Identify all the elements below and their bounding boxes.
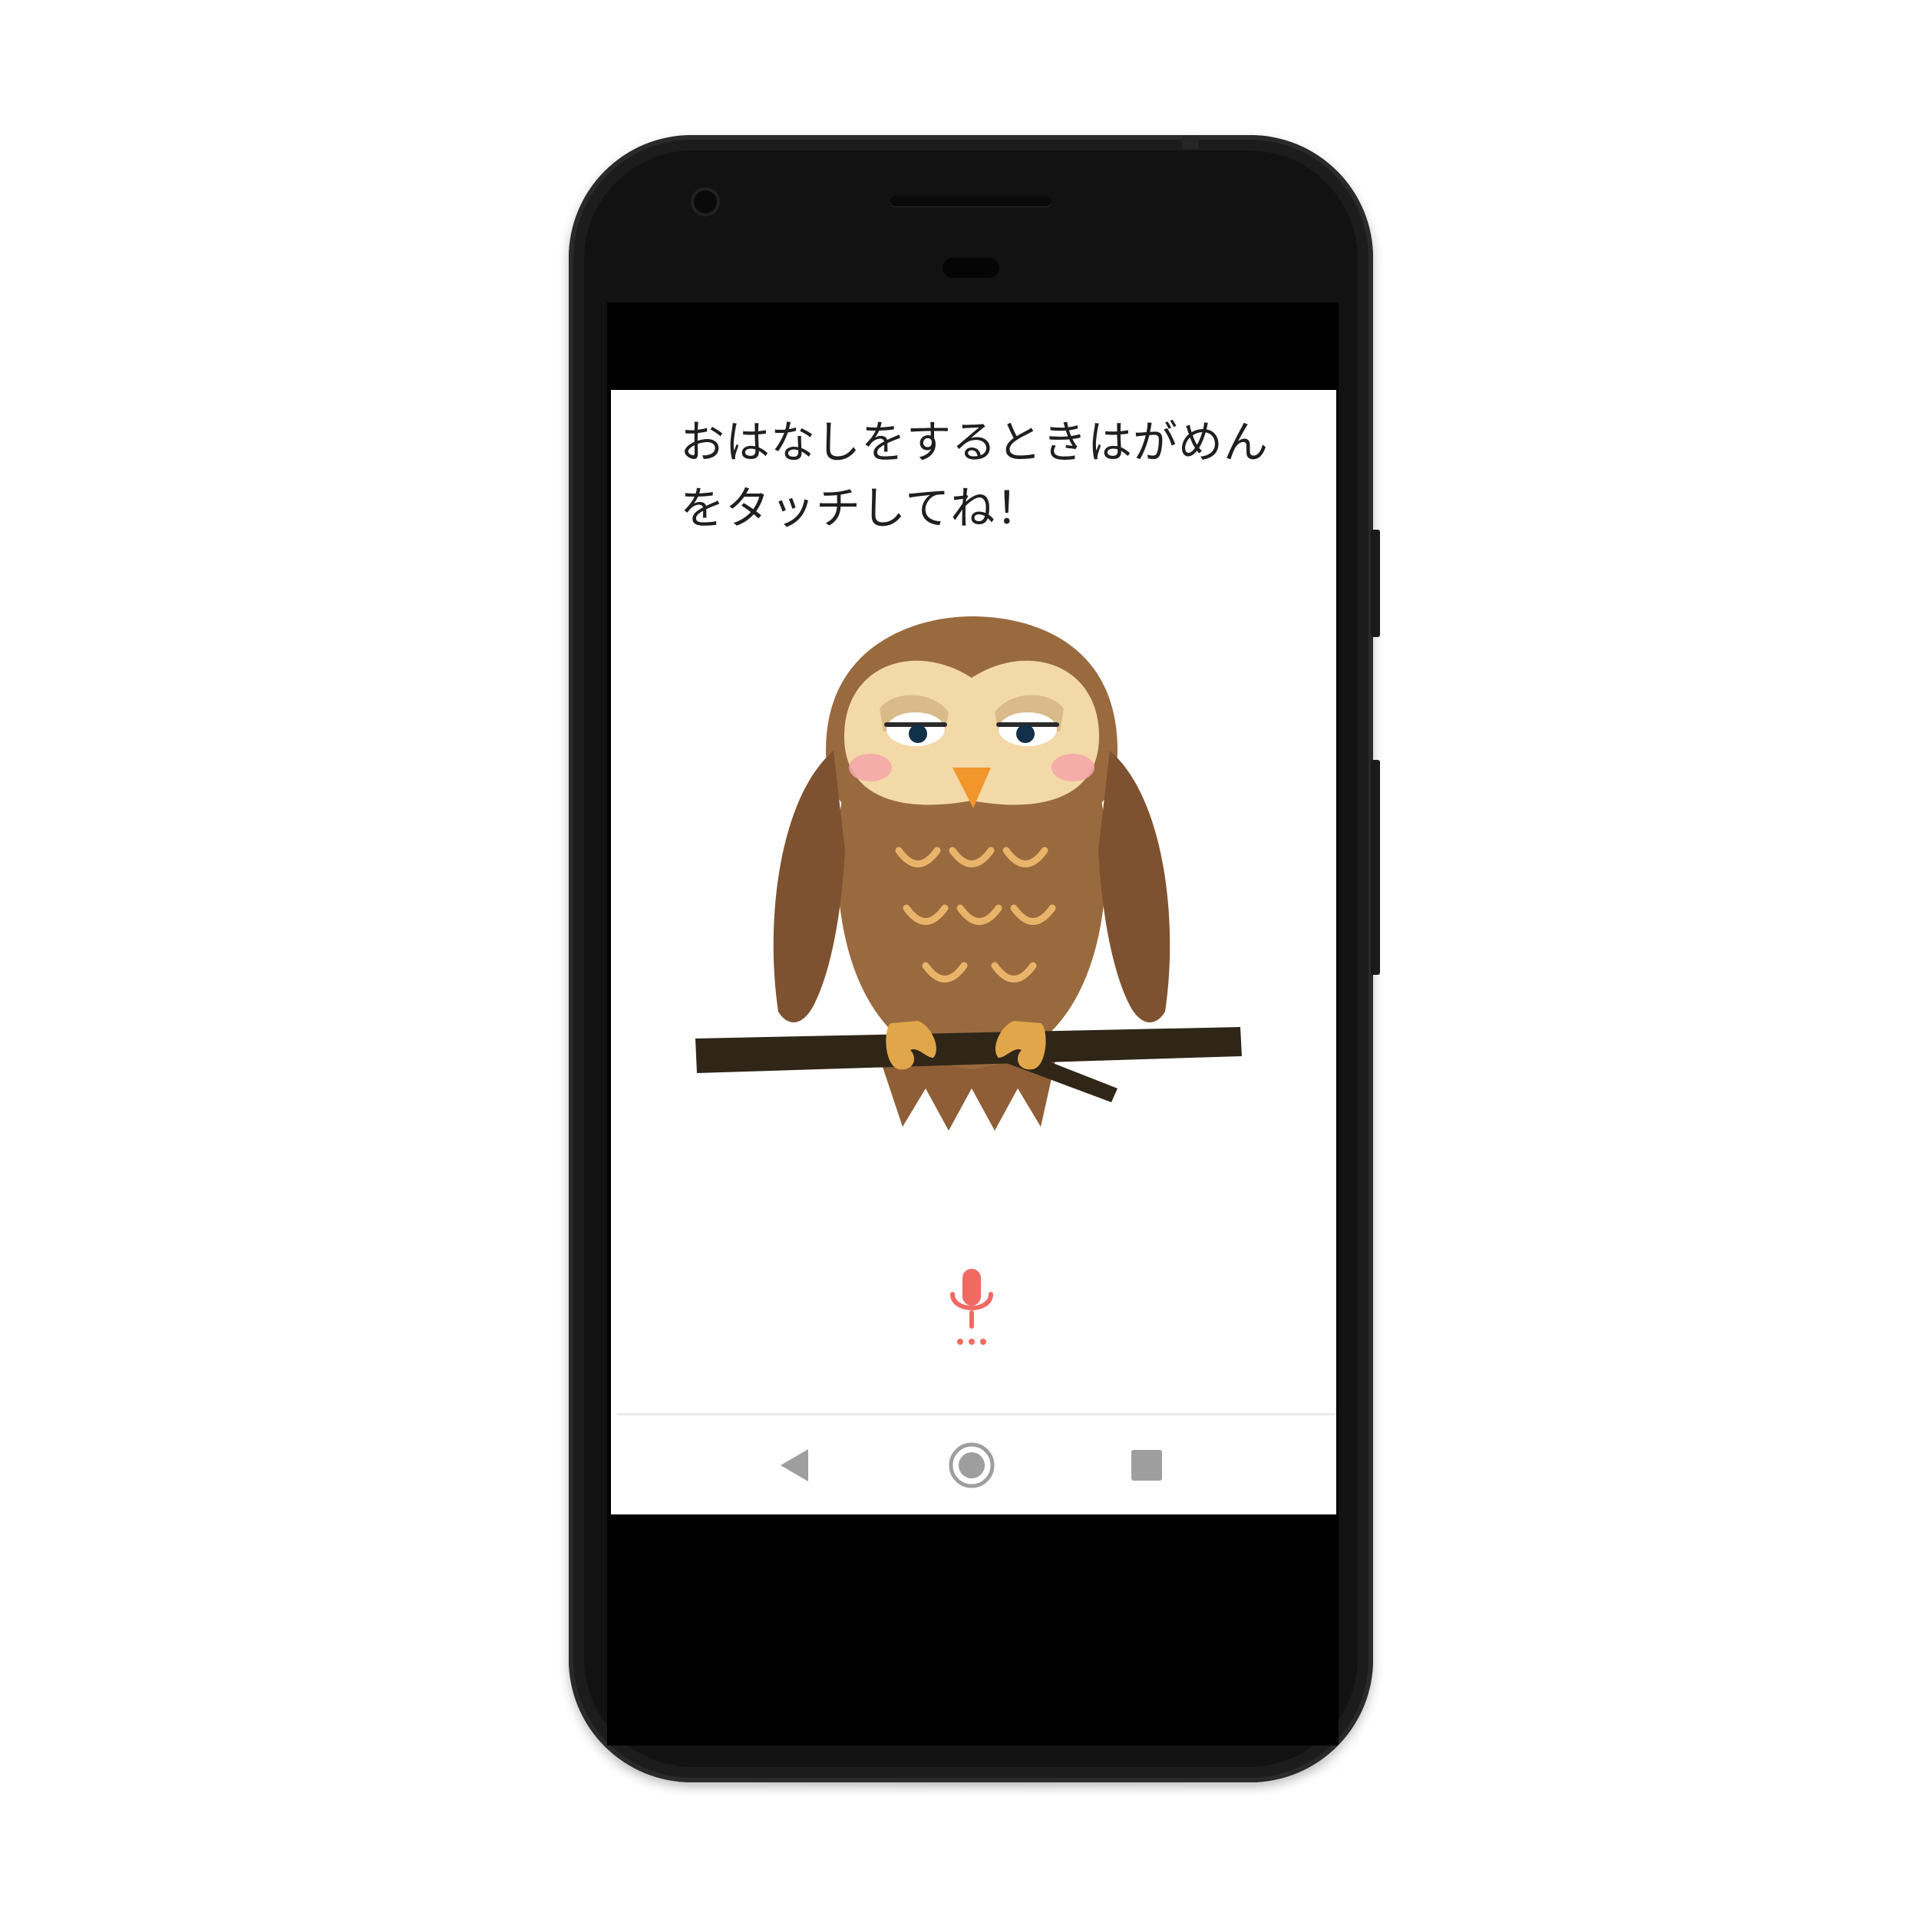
microphone-button[interactable] [933, 1265, 1010, 1357]
microphone-icon [950, 1269, 993, 1345]
power-button [1371, 530, 1380, 637]
system-navigation-bar [611, 1415, 1336, 1514]
home-circle-icon [949, 1442, 995, 1488]
proximity-sensor [943, 258, 999, 278]
recents-button[interactable] [1120, 1438, 1174, 1492]
back-button[interactable] [768, 1438, 822, 1492]
device-antenna-line [1182, 135, 1199, 149]
front-camera [694, 190, 717, 213]
owl-illustration [695, 616, 1242, 1131]
volume-rocker [1371, 760, 1380, 975]
app-screen[interactable]: おはなしをするときはがめんをタッチしてね！ [611, 390, 1336, 1514]
earpiece-speaker [890, 196, 1051, 206]
home-button[interactable] [945, 1438, 999, 1492]
recents-square-icon [1131, 1450, 1162, 1481]
back-triangle-icon [781, 1449, 808, 1481]
instruction-text: おはなしをするときはがめんをタッチしてね！ [680, 416, 1269, 534]
